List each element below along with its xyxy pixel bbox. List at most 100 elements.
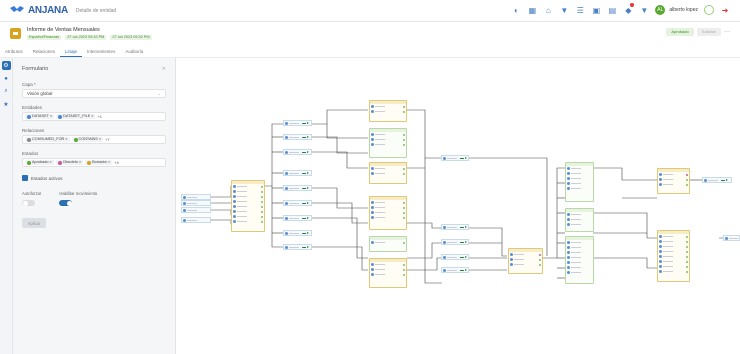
lineage-node[interactable] [657, 168, 690, 194]
lineage-node[interactable] [441, 267, 469, 273]
user-name[interactable]: alberto lopez [669, 7, 698, 13]
panel-title: Formulario [22, 66, 49, 72]
entity-type-icon [10, 27, 21, 39]
lineage-node[interactable] [283, 200, 312, 206]
autoforce-toggle[interactable] [22, 200, 35, 206]
states-select[interactable]: Aprobado × Obsoleto × Borrador × +4 [22, 158, 166, 167]
avatar[interactable]: AL [655, 5, 666, 15]
layers-icon[interactable]: ▣ [591, 5, 601, 15]
approved-button[interactable]: Aprobado [666, 28, 694, 36]
logo-text: ANJANA [28, 5, 68, 16]
autoforce-label: Autoforzar [22, 191, 42, 196]
logo-mark-icon [10, 6, 24, 15]
toggle-row: Autoforzar Habilitar movimiento [13, 191, 175, 206]
relations-more: +7 [105, 137, 110, 142]
relation-chip[interactable]: CONSUMED_FOR × [25, 137, 70, 142]
circle-icon[interactable]: ● [2, 74, 11, 83]
entity-tags: Español/Finanzas 27 oct 2023 09:32 PM 27… [27, 34, 152, 40]
relation-chip[interactable]: CONTAINS × [71, 137, 104, 142]
active-states-label: Estados activos [31, 175, 63, 181]
settings-icon[interactable]: ⚙ [1, 61, 11, 70]
entity-chip[interactable]: DATASET_FILE × [56, 114, 96, 119]
lineage-node[interactable] [441, 254, 469, 260]
lineage-node[interactable] [181, 217, 211, 223]
search-icon[interactable]: ⌕ [2, 87, 11, 96]
state-chip[interactable]: Obsoleto × [55, 160, 84, 165]
lineage-node[interactable] [723, 235, 740, 241]
app-logo[interactable]: ANJANA [10, 5, 68, 16]
request-button[interactable]: Solicitar [696, 28, 721, 36]
lineage-node[interactable] [283, 185, 312, 191]
cart-icon[interactable]: ▼ [639, 5, 649, 15]
tab-attributes[interactable]: Atributos [0, 46, 28, 57]
entity-tag: Español/Finanzas [27, 34, 62, 40]
lineage-node[interactable] [181, 207, 211, 213]
bell-icon[interactable]: ◆ [623, 3, 635, 15]
grid-icon[interactable]: ▦ [527, 5, 537, 15]
lineage-node[interactable] [283, 215, 312, 221]
active-states-row[interactable]: Estados activos [13, 175, 175, 181]
active-states-checkbox[interactable] [22, 175, 28, 181]
table-icon[interactable]: ▤ [607, 5, 617, 15]
entity-header: Informe de Ventas Mensuales Español/Fina… [0, 22, 740, 44]
lineage-node[interactable] [702, 177, 732, 183]
contrast-icon[interactable]: ◐ [511, 5, 521, 15]
tab-bar: Atributos Relaciones Linaje Intervenient… [0, 46, 740, 58]
page-title: Detalle de entidad [75, 7, 117, 14]
lineage-node[interactable] [369, 128, 407, 158]
lineage-node[interactable] [283, 230, 312, 236]
movement-toggle[interactable] [59, 200, 73, 206]
lineage-node[interactable] [441, 155, 469, 161]
lineage-node[interactable] [565, 162, 594, 202]
state-chip[interactable]: Borrador × [85, 160, 113, 165]
entity-title: Informe de Ventas Mensuales [27, 26, 100, 33]
entity-chip[interactable]: DATASET × [25, 114, 55, 119]
lineage-node[interactable] [565, 236, 594, 284]
layer-select[interactable]: Visión global ⌄ [22, 89, 166, 98]
status-ring-icon[interactable] [704, 5, 714, 15]
lineage-node[interactable] [283, 134, 312, 140]
lineage-node[interactable] [369, 236, 407, 252]
lineage-node[interactable] [181, 200, 211, 206]
state-chip[interactable]: Aprobado × [25, 160, 54, 165]
states-more: +4 [114, 160, 119, 165]
lineage-canvas[interactable] [177, 58, 740, 354]
lineage-node[interactable] [441, 224, 469, 230]
lineage-node[interactable] [369, 196, 407, 230]
tab-lineage[interactable]: Linaje [60, 46, 83, 57]
lineage-node[interactable] [283, 149, 312, 155]
top-bar: ANJANA Detalle de entidad ◐ ▦ ⌂ ▼ ☰ ▣ ▤ … [0, 0, 740, 22]
relations-select[interactable]: CONSUMED_FOR × CONTAINS × +7 [22, 135, 166, 144]
layer-label: Capa * [22, 82, 36, 87]
lineage-node[interactable] [565, 208, 594, 232]
lineage-node[interactable] [283, 120, 312, 126]
apply-button[interactable]: Aplicar [22, 218, 46, 228]
lineage-node[interactable] [441, 239, 469, 245]
top-actions: ◐ ▦ ⌂ ▼ ☰ ▣ ▤ ◆ ▼ AL alberto lopez ➜ [511, 3, 730, 15]
logout-icon[interactable]: ➜ [720, 5, 730, 15]
more-button[interactable]: ··· [724, 29, 730, 35]
entities-select[interactable]: DATASET × DATASET_FILE × +1 [22, 112, 166, 121]
lineage-node[interactable] [283, 170, 312, 176]
states-label: Estados [22, 151, 39, 156]
tab-stakeholders[interactable]: Intervenientes [82, 46, 120, 57]
chevron-down-icon: ⌄ [157, 91, 161, 96]
list-icon[interactable]: ☰ [575, 5, 585, 15]
movement-label: Habilitar movimiento [59, 191, 98, 196]
side-rail: ⚙ ● ⌕ ★ [0, 58, 13, 354]
tab-relations[interactable]: Relaciones [28, 46, 60, 57]
lineage-node[interactable] [508, 248, 543, 274]
entities-label: Entidades [22, 105, 43, 110]
lineage-node[interactable] [369, 258, 407, 288]
lineage-node[interactable] [369, 100, 407, 122]
close-icon[interactable]: ✕ [162, 66, 166, 72]
tab-audit[interactable]: Auditoría [120, 46, 148, 57]
lineage-node[interactable] [283, 244, 312, 250]
filter-icon[interactable]: ▼ [559, 5, 569, 15]
lineage-node[interactable] [369, 162, 407, 184]
relations-label: Relaciones [22, 128, 45, 133]
star-icon[interactable]: ★ [2, 100, 11, 109]
home-icon[interactable]: ⌂ [543, 5, 553, 15]
lineage-node[interactable] [657, 230, 690, 282]
lineage-node[interactable] [231, 180, 265, 232]
